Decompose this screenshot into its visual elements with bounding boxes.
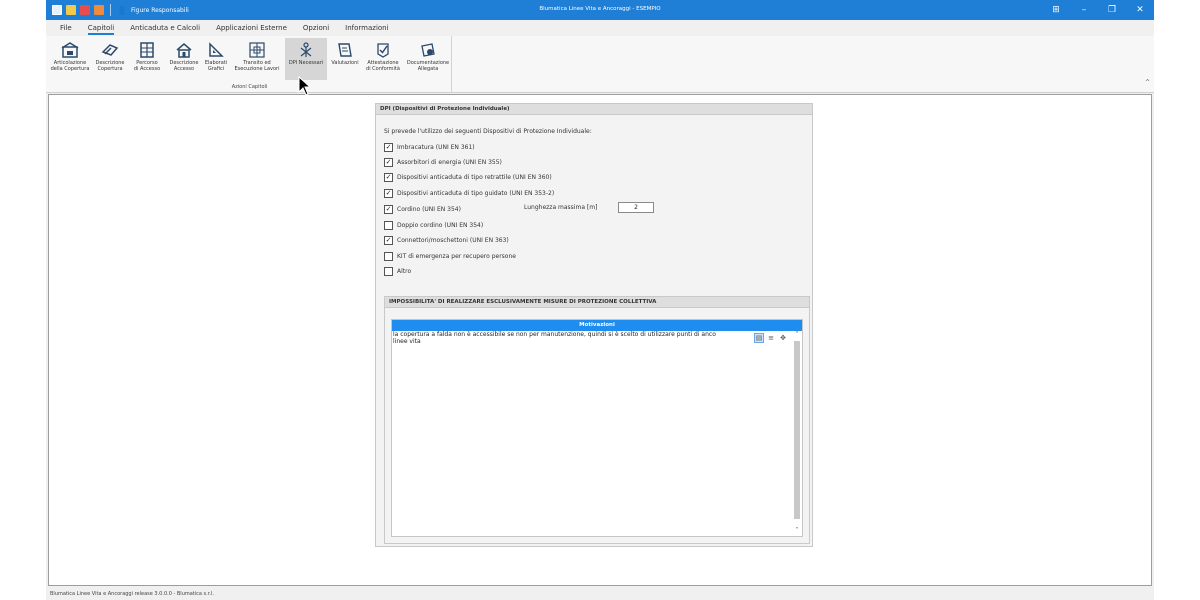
scrollbar-thumb[interactable] xyxy=(794,341,800,519)
maximize-button[interactable]: ❐ xyxy=(1098,0,1126,20)
dpi-checkbox-row[interactable]: KIT di emergenza per recupero persone xyxy=(384,251,516,261)
ribbon-elaborati-grafici-button[interactable]: Elaborati Grafici xyxy=(204,38,228,80)
motivazioni-grid: Motivazioni la copertura a falda non è a… xyxy=(391,319,803,537)
ribbon-label: di Conformità xyxy=(366,66,400,72)
attachment-doc-icon xyxy=(416,40,440,60)
checkbox[interactable] xyxy=(384,266,393,276)
checkbox[interactable] xyxy=(384,251,393,261)
move-icon[interactable]: ✥ xyxy=(778,333,788,343)
checkbox[interactable]: ✓ xyxy=(384,172,393,182)
close-button[interactable]: ✕ xyxy=(1126,0,1154,20)
menu-informazioni[interactable]: Informazioni xyxy=(337,24,396,32)
ribbon-attestazione-conformita-button[interactable]: Attestazione di Conformità xyxy=(363,38,403,80)
motivazioni-text-line: linee vita xyxy=(393,338,421,345)
align-text-icon[interactable]: ≡ xyxy=(766,333,776,343)
ribbon-group-caption: Azioni Capitoli xyxy=(231,84,268,90)
checkbox-label: Connettori/moschettoni (UNI EN 363) xyxy=(397,236,509,244)
ribbon-label: Accesso xyxy=(173,66,195,72)
collapse-ribbon-icon[interactable]: ^ xyxy=(1145,79,1150,86)
menu-applicazioni-esterne[interactable]: Applicazioni Esterne xyxy=(208,24,295,32)
ribbon: Articolazione della Copertura Descrizion… xyxy=(46,36,1154,93)
ribbon-label: Copertura xyxy=(97,66,123,72)
status-bar: Blumatica Linee Vita e Ancoraggi release… xyxy=(46,588,1154,600)
grid-column-header[interactable]: Motivazioni xyxy=(392,320,802,331)
impossibility-panel-header: IMPOSSIBILITA' DI REALIZZARE ESCLUSIVAME… xyxy=(385,297,809,308)
cell-toolbar: ▤ ≡ ✥ xyxy=(754,333,788,343)
harness-icon xyxy=(294,40,318,60)
checkbox[interactable]: ✓ xyxy=(384,235,393,245)
checkbox-label: Altro xyxy=(397,267,412,275)
certificate-check-icon xyxy=(371,40,395,60)
dpi-checkbox-row[interactable]: ✓ Assorbitori di energia (UNI EN 355) xyxy=(384,157,502,167)
roof-description-icon xyxy=(98,40,122,60)
menu-file[interactable]: File xyxy=(52,24,80,32)
ribbon-label: Allegata xyxy=(417,66,439,72)
ribbon-label: di Accesso xyxy=(133,66,161,72)
menu-opzioni[interactable]: Opzioni xyxy=(295,24,337,32)
ribbon-group-azioni-capitoli: Articolazione della Copertura Descrizion… xyxy=(48,36,452,93)
checkbox-label: Assorbitori di energia (UNI EN 355) xyxy=(397,158,502,166)
menu-bar: File Capitoli Anticaduta e Calcoli Appli… xyxy=(46,20,1154,36)
checkbox[interactable]: ✓ xyxy=(384,157,393,167)
checkbox[interactable]: ✓ xyxy=(384,204,393,214)
checkbox-label: Dispositivi anticaduta di tipo guidato (… xyxy=(397,189,555,197)
edit-text-icon[interactable]: ▤ xyxy=(754,333,764,343)
ribbon-transito-esecuzione-button[interactable]: Transito ed Esecuzione Lavori xyxy=(232,38,282,80)
dpi-checkbox-row[interactable]: ✓ Dispositivi anticaduta di tipo retratt… xyxy=(384,172,552,182)
scroll-up-icon[interactable]: ˄ xyxy=(792,331,802,340)
motivazioni-cell[interactable]: la copertura a falda non è accessibile s… xyxy=(392,331,752,345)
ribbon-descrizione-accesso-button[interactable]: Descrizione Accesso xyxy=(166,38,202,80)
ribbon-valutazioni-button[interactable]: Valutazioni xyxy=(329,38,361,80)
title-bar: 👤 Figure Responsabili Blumatica Linee Vi… xyxy=(46,0,1154,20)
dpi-panel: DPI (Dispositivi di Protezione Individua… xyxy=(375,103,813,547)
scroll-down-icon[interactable]: ˅ xyxy=(792,527,802,536)
app-window: 👤 Figure Responsabili Blumatica Linee Vi… xyxy=(46,0,1154,600)
checkbox-label: Imbracatura (UNI EN 361) xyxy=(397,143,475,151)
dpi-checkbox-row[interactable]: ✓ Connettori/moschettoni (UNI EN 363) xyxy=(384,235,509,245)
minimize-button[interactable]: – xyxy=(1070,0,1098,20)
access-path-icon xyxy=(135,40,159,60)
ribbon-documentazione-allegata-button[interactable]: Documentazione Allegata xyxy=(405,38,451,80)
restore-layout-icon[interactable]: ⊞ xyxy=(1042,0,1070,20)
checkbox[interactable] xyxy=(384,220,393,230)
checkbox-label: Dispositivi anticaduta di tipo retrattil… xyxy=(397,173,552,181)
dpi-checkbox-row[interactable]: Doppio cordino (UNI EN 354) xyxy=(384,220,483,230)
checkbox[interactable]: ✓ xyxy=(384,142,393,152)
dpi-intro-text: Si prevede l'utilizzo dei seguenti Dispo… xyxy=(384,128,592,135)
home-access-icon xyxy=(172,40,196,60)
window-title: Blumatica Linee Vita e Ancoraggi - ESEMP… xyxy=(539,6,661,12)
menu-capitoli[interactable]: Capitoli xyxy=(80,24,122,35)
dpi-checkbox-row[interactable]: ✓ Cordino (UNI EN 354) xyxy=(384,204,461,214)
ribbon-dpi-necessari-button[interactable]: DPI Necessari xyxy=(285,38,327,80)
ribbon-label: Valutazioni xyxy=(331,60,359,66)
dpi-checkbox-row[interactable]: Altro xyxy=(384,266,411,276)
ribbon-label: Esecuzione Lavori xyxy=(234,66,280,72)
length-max-label: Lunghezza massima [m] xyxy=(524,204,598,211)
ribbon-articolazione-copertura-button[interactable]: Articolazione della Copertura xyxy=(50,38,90,80)
dpi-checkbox-row[interactable]: ✓ Dispositivi anticaduta di tipo guidato… xyxy=(384,188,554,198)
dpi-panel-header: DPI (Dispositivi di Protezione Individua… xyxy=(376,104,812,115)
checkbox-label: KIT di emergenza per recupero persone xyxy=(397,252,516,260)
menu-anticaduta[interactable]: Anticaduta e Calcoli xyxy=(122,24,208,32)
ribbon-percorso-accesso-button[interactable]: Percorso di Accesso xyxy=(130,38,164,80)
main-content: DPI (Dispositivi di Protezione Individua… xyxy=(48,94,1152,586)
ribbon-descrizione-copertura-button[interactable]: Descrizione Copertura xyxy=(92,38,128,80)
vertical-scrollbar[interactable]: ˄ ˅ xyxy=(792,331,802,536)
ribbon-label: della Copertura xyxy=(50,66,90,72)
dpi-checkbox-row[interactable]: ✓ Imbracatura (UNI EN 361) xyxy=(384,142,475,152)
grid-plan-icon xyxy=(245,40,269,60)
ribbon-label: DPI Necessari xyxy=(288,60,324,66)
mouse-cursor-icon xyxy=(298,75,312,98)
roof-structure-icon xyxy=(58,40,82,60)
checkbox[interactable]: ✓ xyxy=(384,188,393,198)
checkbox-label: Cordino (UNI EN 354) xyxy=(397,205,461,213)
window-controls: ⊞ – ❐ ✕ xyxy=(1042,0,1154,20)
impossibility-panel: IMPOSSIBILITA' DI REALIZZARE ESCLUSIVAME… xyxy=(384,296,810,544)
evaluation-icon xyxy=(333,40,357,60)
drawing-triangle-icon xyxy=(204,40,228,60)
length-max-input[interactable]: 2 xyxy=(618,202,654,213)
motivazioni-text-line: la copertura a falda non è accessibile s… xyxy=(393,331,716,338)
checkbox-label: Doppio cordino (UNI EN 354) xyxy=(397,221,484,229)
ribbon-label: Grafici xyxy=(207,66,225,72)
